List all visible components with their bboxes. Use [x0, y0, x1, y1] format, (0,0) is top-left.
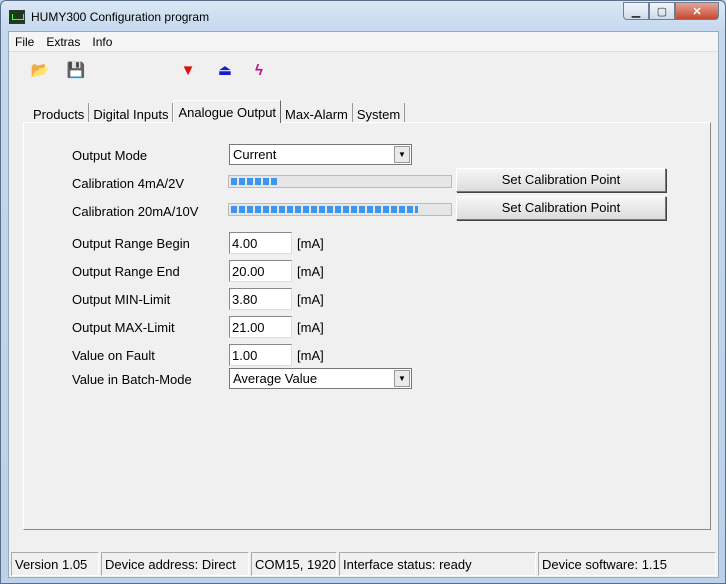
field-input[interactable]: 1.00 — [229, 344, 292, 366]
cal2-progress — [228, 203, 452, 216]
open-folder-icon[interactable]: 📂 — [30, 60, 50, 80]
set-calibration-point-1-button[interactable]: Set Calibration Point — [456, 168, 666, 192]
menu-file[interactable]: File — [9, 32, 40, 51]
field-unit: [mA] — [297, 264, 324, 279]
output-mode-value: Current — [233, 147, 277, 162]
batch-mode-select[interactable]: Average Value ▼ — [229, 368, 412, 389]
cal1-progress — [228, 175, 452, 188]
minimize-button[interactable]: ▁ — [623, 2, 649, 20]
app-icon — [9, 10, 25, 24]
menu-extras[interactable]: Extras — [40, 32, 86, 51]
menu-bar: File Extras Info — [9, 32, 718, 52]
maximize-button[interactable]: ▢ — [649, 2, 675, 20]
download-red-icon[interactable]: ▼ — [178, 60, 198, 80]
tab-max-alarm[interactable]: Max-Alarm — [281, 103, 353, 123]
field-unit: [mA] — [297, 320, 324, 335]
field-unit: [mA] — [297, 292, 324, 307]
upload-blue-icon[interactable]: ⏏ — [215, 60, 235, 80]
cal1-label: Calibration 4mA/2V — [72, 176, 184, 191]
tab-digital-inputs[interactable]: Digital Inputs — [89, 103, 174, 123]
cal2-progress-fill — [231, 206, 419, 213]
field-input[interactable]: 21.00 — [229, 316, 292, 338]
cal1-progress-fill — [231, 178, 277, 185]
status-bar: Version 1.05 Device address: Direct COM1… — [9, 550, 720, 578]
field-input[interactable]: 4.00 — [229, 232, 292, 254]
tab-system[interactable]: System — [353, 103, 406, 123]
field-unit: [mA] — [297, 236, 324, 251]
status-device-software: Device software: 1.15 — [538, 552, 716, 576]
menu-info[interactable]: Info — [86, 32, 118, 51]
batch-mode-label: Value in Batch-Mode — [72, 372, 192, 387]
title-bar: HUMY300 Configuration program — [9, 7, 209, 27]
field-input[interactable]: 20.00 — [229, 260, 292, 282]
status-com-port: COM15, 19200 — [251, 552, 337, 576]
field-label: Output Range Begin — [72, 236, 190, 251]
set-calibration-point-2-button[interactable]: Set Calibration Point — [456, 196, 666, 220]
field-input[interactable]: 3.80 — [229, 288, 292, 310]
field-label: Output MIN-Limit — [72, 292, 171, 307]
app-window: HUMY300 Configuration program ▁ ▢ ✕ File… — [0, 0, 726, 584]
tab-bar: Products Digital Inputs Analogue Output … — [29, 100, 406, 123]
field-label: Output Range End — [72, 264, 180, 279]
field-label: Output MAX-Limit — [72, 320, 175, 335]
output-mode-label: Output Mode — [72, 148, 148, 163]
status-interface: Interface status: ready — [339, 552, 536, 576]
field-label: Value on Fault — [72, 348, 155, 363]
window-title: HUMY300 Configuration program — [31, 10, 210, 24]
save-icon[interactable]: 💾 — [66, 60, 86, 80]
status-device-address: Device address: Direct — [101, 552, 249, 576]
tab-products[interactable]: Products — [29, 103, 90, 123]
tab-analogue-output[interactable]: Analogue Output — [173, 100, 282, 123]
chevron-down-icon[interactable]: ▼ — [394, 146, 410, 163]
field-unit: [mA] — [297, 348, 324, 363]
transfer-icon[interactable]: ϟ — [249, 60, 269, 80]
batch-mode-value: Average Value — [233, 371, 318, 386]
close-button[interactable]: ✕ — [675, 2, 719, 20]
cal2-label: Calibration 20mA/10V — [72, 204, 199, 219]
status-version: Version 1.05 — [11, 552, 99, 576]
chevron-down-icon[interactable]: ▼ — [394, 370, 410, 387]
output-mode-select[interactable]: Current ▼ — [229, 144, 412, 165]
analogue-output-panel: Output Mode Current ▼ Calibration 4mA/2V … — [23, 122, 711, 530]
